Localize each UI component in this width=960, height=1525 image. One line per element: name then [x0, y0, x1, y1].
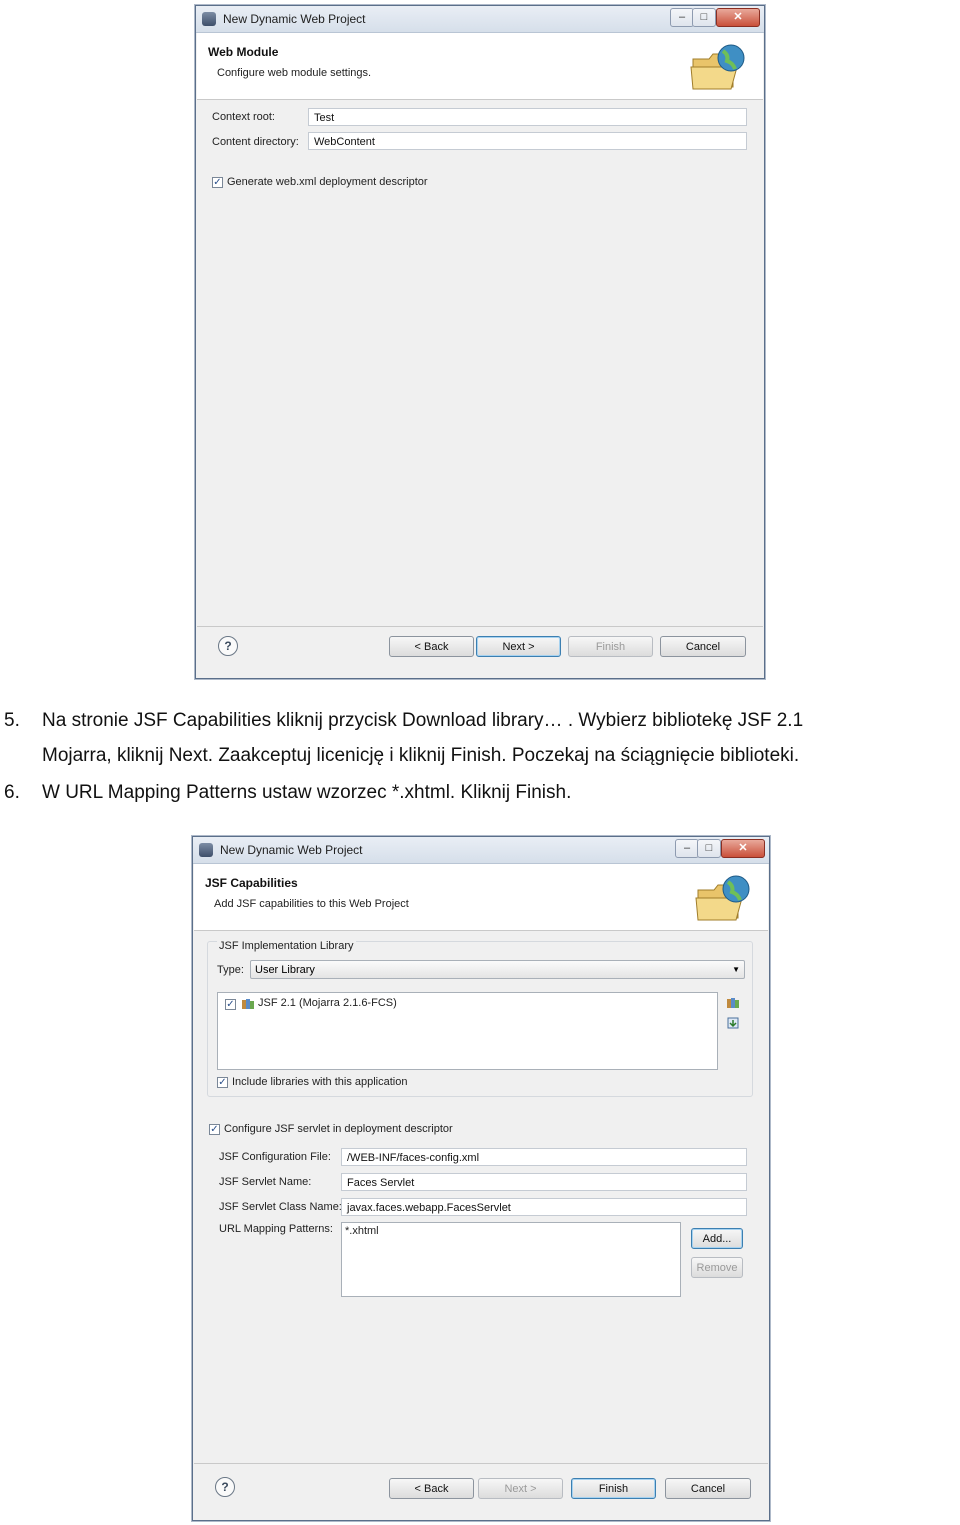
folder-globe-icon	[695, 875, 750, 921]
content-directory-input[interactable]: WebContent	[308, 132, 747, 150]
help-icon[interactable]: ?	[215, 1477, 235, 1497]
include-libraries-label: Include libraries with this application	[232, 1076, 408, 1088]
type-select[interactable]: User Library ▼	[250, 960, 745, 979]
eclipse-window-icon	[199, 843, 213, 857]
next-button[interactable]: Next >	[478, 1478, 563, 1499]
config-file-input[interactable]: /WEB-INF/faces-config.xml	[341, 1148, 747, 1166]
title-bar[interactable]: New Dynamic Web Project – □ ✕	[193, 837, 769, 864]
window-title: New Dynamic Web Project	[223, 12, 366, 26]
cancel-button[interactable]: Cancel	[665, 1478, 751, 1499]
instruction-5-number: 5.	[4, 710, 20, 731]
configure-servlet-label: Configure JSF servlet in deployment desc…	[224, 1123, 453, 1135]
remove-pattern-button[interactable]: Remove	[691, 1257, 743, 1278]
finish-button[interactable]: Finish	[571, 1478, 656, 1499]
page-description: Add JSF capabilities to this Web Project	[214, 898, 409, 910]
generate-webxml-label: Generate web.xml deployment descriptor	[227, 176, 428, 188]
chevron-down-icon: ▼	[732, 965, 740, 974]
configure-servlet-checkbox[interactable]: ✓	[209, 1124, 220, 1135]
instruction-6-line1: W URL Mapping Patterns ustaw wzorzec *.x…	[42, 782, 572, 803]
next-button[interactable]: Next >	[476, 636, 561, 657]
maximize-icon[interactable]: □	[697, 839, 721, 858]
include-libraries-checkbox[interactable]: ✓	[217, 1077, 228, 1088]
close-icon[interactable]: ✕	[716, 8, 760, 27]
jsf-capabilities-dialog: New Dynamic Web Project – □ ✕ JSF Capabi…	[192, 836, 770, 1521]
maximize-icon[interactable]: □	[692, 8, 716, 27]
button-bar-separator	[197, 626, 763, 627]
manage-libraries-icon[interactable]	[726, 997, 740, 1009]
context-root-input[interactable]: Test	[308, 108, 747, 126]
page-title: Web Module	[208, 45, 279, 59]
page-title: JSF Capabilities	[205, 876, 298, 890]
servlet-class-input[interactable]: javax.faces.webapp.FacesServlet	[341, 1198, 747, 1216]
servlet-name-label: JSF Servlet Name:	[219, 1176, 312, 1188]
url-pattern-item[interactable]: *.xhtml	[345, 1225, 379, 1237]
window-title: New Dynamic Web Project	[220, 843, 363, 857]
help-icon[interactable]: ?	[218, 636, 238, 656]
type-select-value: User Library	[255, 964, 315, 976]
instruction-5-line1: Na stronie JSF Capabilities kliknij przy…	[42, 710, 804, 731]
config-file-label: JSF Configuration File:	[219, 1151, 331, 1163]
cancel-button[interactable]: Cancel	[660, 636, 746, 657]
library-item-checkbox[interactable]: ✓	[225, 999, 236, 1010]
wizard-header: Web Module Configure web module settings…	[197, 33, 763, 100]
servlet-name-input[interactable]: Faces Servlet	[341, 1173, 747, 1191]
instruction-5-line2: Mojarra, kliknij Next. Zaakceptuj liceni…	[42, 745, 800, 766]
button-bar-separator	[194, 1463, 768, 1464]
instruction-6-number: 6.	[4, 782, 20, 803]
wizard-header: JSF Capabilities Add JSF capabilities to…	[194, 864, 768, 931]
minimize-icon[interactable]: –	[670, 8, 694, 27]
finish-button[interactable]: Finish	[568, 636, 653, 657]
content-directory-label: Content directory:	[212, 136, 299, 148]
url-patterns-list[interactable]: *.xhtml	[341, 1222, 681, 1297]
library-item-label: JSF 2.1 (Mojarra 2.1.6-FCS)	[258, 997, 397, 1009]
download-library-icon[interactable]	[726, 1017, 740, 1029]
library-icon	[242, 999, 254, 1009]
close-icon[interactable]: ✕	[721, 839, 765, 858]
add-pattern-button[interactable]: Add...	[691, 1228, 743, 1249]
generate-webxml-checkbox[interactable]: ✓	[212, 177, 223, 188]
back-button[interactable]: < Back	[389, 1478, 474, 1499]
eclipse-window-icon	[202, 12, 216, 26]
jsf-implementation-group-label: JSF Implementation Library	[217, 940, 356, 952]
folder-globe-icon	[690, 44, 745, 90]
context-root-label: Context root:	[212, 111, 275, 123]
minimize-icon[interactable]: –	[675, 839, 699, 858]
web-module-dialog: New Dynamic Web Project – □ ✕ Web Module…	[195, 5, 765, 679]
page-description: Configure web module settings.	[217, 67, 372, 79]
url-patterns-label: URL Mapping Patterns:	[219, 1223, 333, 1235]
back-button[interactable]: < Back	[389, 636, 474, 657]
title-bar[interactable]: New Dynamic Web Project – □ ✕	[196, 6, 764, 33]
servlet-class-label: JSF Servlet Class Name:	[219, 1201, 342, 1213]
type-label: Type:	[217, 964, 244, 976]
